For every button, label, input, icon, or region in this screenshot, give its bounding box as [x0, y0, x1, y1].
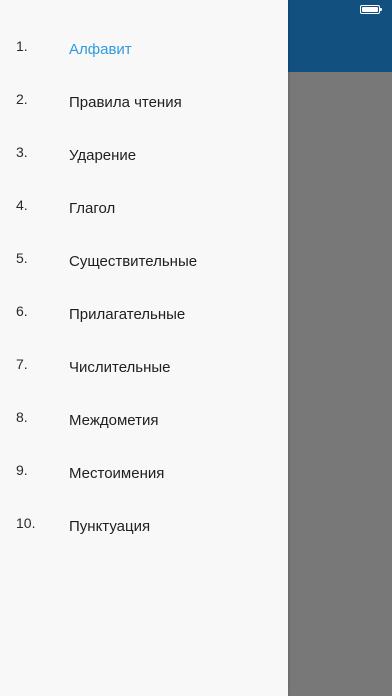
- menu-item-verb[interactable]: 4. Глагол: [0, 197, 288, 250]
- menu-item-pronouns[interactable]: 9. Местоимения: [0, 462, 288, 515]
- menu-item-number: 8.: [16, 409, 28, 425]
- menu-item-label: Глагол: [69, 200, 116, 217]
- menu-item-nouns[interactable]: 5. Существительные: [0, 250, 288, 303]
- menu-item-stress[interactable]: 3. Ударение: [0, 144, 288, 197]
- menu-item-number: 5.: [16, 250, 28, 266]
- menu-item-number: 9.: [16, 462, 28, 478]
- menu-item-number: 6.: [16, 303, 28, 319]
- menu-item-number: 3.: [16, 144, 28, 160]
- menu-item-label: Алфавит: [69, 41, 132, 58]
- menu-item-number: 4.: [16, 197, 28, 213]
- menu-item-number: 7.: [16, 356, 28, 372]
- menu-item-label: Числительные: [69, 359, 171, 376]
- menu-item-number: 10.: [16, 515, 36, 531]
- battery-icon: [360, 5, 382, 14]
- menu-item-label: Прилагательные: [69, 306, 186, 323]
- menu-item-label: Существительные: [69, 253, 198, 270]
- menu-item-number: 2.: [16, 91, 28, 107]
- menu-item-alphabet[interactable]: 1. Алфавит: [0, 38, 288, 91]
- menu-item-label: Междометия: [69, 412, 159, 429]
- menu-item-number: 1.: [16, 38, 28, 54]
- navigation-drawer: 1. Алфавит 2. Правила чтения 3. Ударение…: [0, 0, 288, 696]
- menu-item-reading-rules[interactable]: 2. Правила чтения: [0, 91, 288, 144]
- menu-item-label: Правила чтения: [69, 94, 182, 111]
- menu-item-label: Местоимения: [69, 465, 165, 482]
- menu-item-numerals[interactable]: 7. Числительные: [0, 356, 288, 409]
- menu-item-label: Пунктуация: [69, 518, 151, 535]
- menu-item-interjections[interactable]: 8. Междометия: [0, 409, 288, 462]
- menu-item-punctuation[interactable]: 10. Пунктуация: [0, 515, 288, 568]
- menu-item-adjectives[interactable]: 6. Прилагательные: [0, 303, 288, 356]
- menu-item-label: Ударение: [69, 147, 137, 164]
